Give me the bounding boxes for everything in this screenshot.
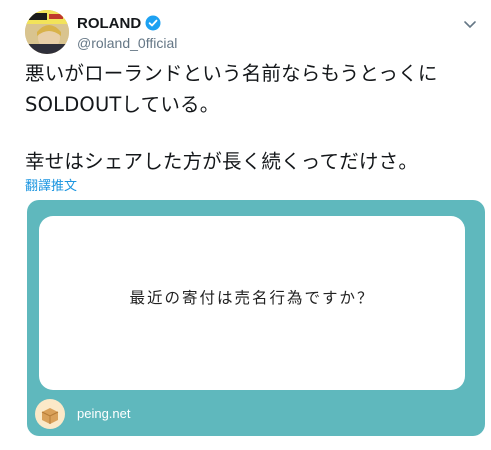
display-name[interactable]: ROLAND bbox=[77, 15, 141, 32]
verified-badge-icon bbox=[145, 15, 161, 31]
translate-tweet-link[interactable]: 翻譯推文 bbox=[25, 175, 77, 194]
question-text: 最近の寄付は売名行為ですか？ bbox=[129, 289, 375, 307]
question-card: 最近の寄付は売名行為ですか？ bbox=[39, 216, 465, 390]
tweet-text-line: SOLDOUTしている。 bbox=[25, 93, 220, 116]
peing-box-logo-icon bbox=[35, 399, 65, 429]
chevron-down-icon[interactable] bbox=[462, 16, 478, 29]
tweet: ROLAND @roland_0fficial 悪いがローランドという名前ならも… bbox=[0, 0, 491, 450]
handle[interactable]: @roland_0fficial bbox=[77, 35, 177, 51]
tweet-text-line: 悪いがローランドという名前ならもうとっくに bbox=[25, 62, 438, 85]
tweet-text: 悪いがローランドという名前ならもうとっくに SOLDOUTしている。 幸せはシェ… bbox=[25, 58, 475, 177]
avatar[interactable] bbox=[25, 10, 69, 54]
tweet-text-line: 幸せはシェアした方が長く続くってだけさ。 bbox=[25, 150, 419, 173]
author-block: ROLAND @roland_0fficial bbox=[77, 13, 177, 52]
link-card[interactable]: 最近の寄付は売名行為ですか？ peing.net bbox=[27, 200, 485, 436]
card-domain: peing.net bbox=[77, 406, 131, 421]
